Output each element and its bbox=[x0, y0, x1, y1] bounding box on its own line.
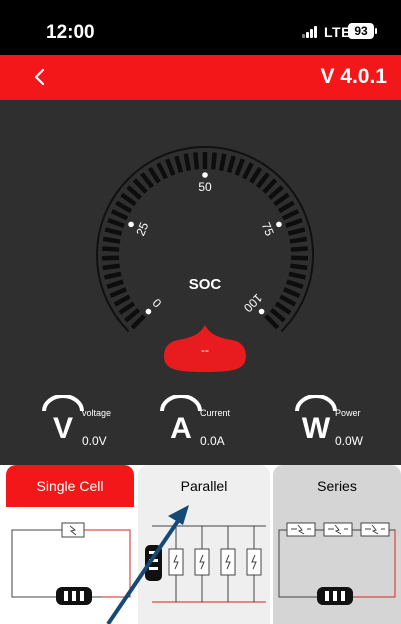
soc-value: -- bbox=[201, 343, 209, 357]
voltage-label: voltage bbox=[82, 408, 112, 418]
gauge-tick bbox=[102, 236, 121, 244]
power-metric: W Power 0.0W bbox=[293, 395, 378, 455]
gauge-tick bbox=[234, 158, 246, 176]
gauge-dot bbox=[202, 172, 208, 178]
gauge-tick bbox=[274, 301, 292, 315]
power-value: 0.0W bbox=[335, 434, 364, 448]
gauge-tick bbox=[126, 185, 142, 200]
status-time: 12:00 bbox=[46, 22, 95, 43]
gauge-tick bbox=[218, 153, 227, 171]
gauge-tick bbox=[249, 166, 263, 184]
gauge-tick bbox=[285, 217, 303, 228]
gauge-tick bbox=[287, 227, 306, 236]
single-cell-diagram[interactable] bbox=[6, 507, 134, 624]
gauge-tick bbox=[288, 271, 307, 280]
gauge-tick bbox=[107, 217, 125, 228]
gauge-tick bbox=[290, 246, 308, 252]
gauge-tick-label: 50 bbox=[198, 180, 212, 194]
gauge-tick bbox=[290, 255, 309, 261]
gauge-tick bbox=[283, 287, 301, 298]
status-bar: 12:00 LTE 93 bbox=[0, 0, 401, 55]
gauge-tick bbox=[286, 279, 304, 289]
version-label: V 4.0.1 bbox=[320, 65, 387, 88]
gauge-tick bbox=[102, 246, 120, 252]
gauge-tick bbox=[193, 152, 200, 170]
gauge-tick bbox=[242, 162, 254, 180]
gauge-tick bbox=[118, 301, 136, 315]
gauge-tick bbox=[102, 263, 120, 271]
chevron-left-icon[interactable] bbox=[28, 62, 52, 92]
gauge-tick bbox=[264, 314, 280, 330]
voltage-icon: V bbox=[42, 395, 84, 441]
app-header: V 4.0.1 bbox=[0, 55, 401, 100]
gauge-tick bbox=[147, 166, 161, 184]
gauge-tick bbox=[279, 294, 297, 307]
gauge-tick-label: 75 bbox=[259, 220, 277, 238]
power-icon: W bbox=[295, 395, 337, 441]
battery-icon: 93 bbox=[348, 23, 377, 39]
current-metric: A Current 0.0A bbox=[158, 395, 238, 455]
gauge-dot bbox=[145, 308, 152, 315]
svg-text:V: V bbox=[53, 412, 73, 441]
gauge-tick-label: 0 bbox=[150, 295, 165, 310]
voltage-metric: V voltage 0.0V bbox=[40, 395, 120, 455]
gauge-tick bbox=[115, 200, 133, 214]
gauge-tick bbox=[262, 178, 278, 194]
battery-icon bbox=[145, 545, 162, 581]
current-label: Current bbox=[200, 408, 231, 418]
gauge-tick bbox=[113, 294, 131, 307]
svg-text:W: W bbox=[302, 412, 331, 441]
network-type: LTE bbox=[324, 24, 351, 40]
gauge-tick bbox=[255, 172, 270, 189]
gauge-tick bbox=[104, 227, 123, 236]
tab-single-cell[interactable]: Single Cell bbox=[6, 465, 134, 507]
gauge-tick bbox=[156, 162, 168, 180]
single-cell-circuit bbox=[11, 522, 131, 605]
power-label: Power bbox=[335, 408, 361, 418]
gauge-tick bbox=[174, 155, 184, 174]
dashboard-panel: 0 25 50 75 100 SOC -- V voltage 0.0V A Curre… bbox=[0, 100, 401, 465]
tab-parallel[interactable]: Parallel bbox=[138, 465, 270, 507]
parallel-diagram[interactable] bbox=[138, 507, 270, 624]
gauge-dot bbox=[128, 221, 134, 228]
gauge-tick bbox=[183, 153, 192, 171]
parallel-circuit bbox=[145, 525, 266, 603]
gauge-tick bbox=[124, 308, 141, 323]
gauge-tick bbox=[132, 178, 148, 194]
gauge-tick bbox=[289, 236, 308, 244]
gauge-tick bbox=[226, 155, 236, 174]
gauge-tick bbox=[130, 314, 146, 330]
svg-text:A: A bbox=[170, 412, 192, 441]
gauge-tick bbox=[110, 209, 129, 221]
gauge-tick bbox=[269, 308, 286, 323]
gauge-dot bbox=[276, 221, 282, 228]
gauge-tick bbox=[281, 209, 300, 221]
gauge-tick bbox=[103, 271, 122, 280]
gauge-tick bbox=[290, 263, 308, 271]
tab-series[interactable]: Series bbox=[273, 465, 401, 507]
gauge-tick bbox=[268, 185, 284, 200]
current-value: 0.0A bbox=[200, 434, 225, 448]
voltage-value: 0.0V bbox=[82, 434, 107, 448]
current-icon: A bbox=[160, 395, 202, 441]
gauge-tick bbox=[164, 158, 176, 176]
soc-label: SOC bbox=[188, 276, 222, 293]
gauge-tick bbox=[277, 200, 295, 214]
gauge-tick bbox=[140, 172, 155, 189]
series-diagram[interactable] bbox=[273, 507, 401, 624]
signal-icon bbox=[302, 26, 320, 38]
gauge-dot bbox=[258, 308, 265, 315]
gauge-tick bbox=[273, 192, 290, 207]
gauge-tick bbox=[106, 279, 124, 289]
gauge-tick-label: 25 bbox=[133, 220, 151, 238]
gauge-tick bbox=[210, 152, 217, 170]
series-circuit bbox=[278, 522, 396, 605]
gauge-tick bbox=[120, 192, 137, 207]
gauge-tick bbox=[101, 255, 120, 261]
gauge-tick bbox=[109, 287, 127, 298]
